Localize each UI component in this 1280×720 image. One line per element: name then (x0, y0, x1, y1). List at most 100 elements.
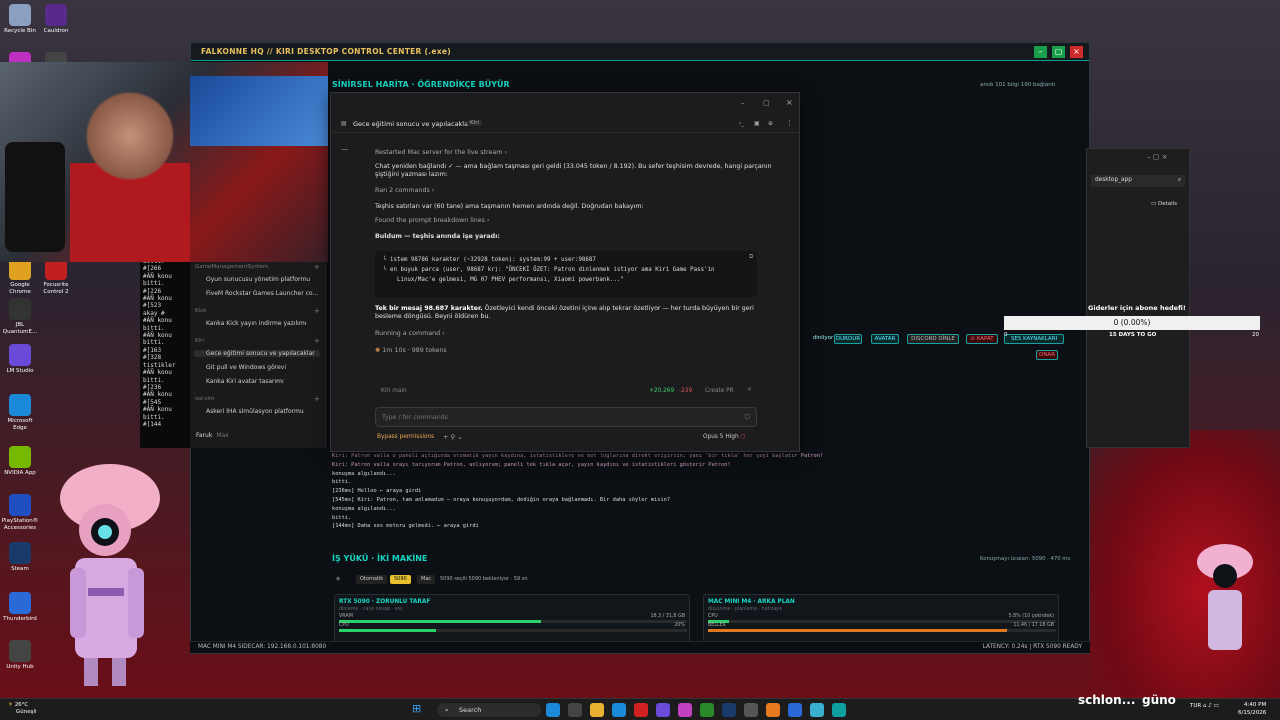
desktop-icon[interactable]: Microsoft Edge (0, 394, 40, 432)
chat-titlebar[interactable]: – ▢ × (331, 93, 799, 115)
desktop-icon[interactable]: NVIDIA App (0, 446, 40, 477)
control-button[interactable]: ⊙ KAPAT (966, 334, 998, 344)
send-icon[interactable]: ▢ (744, 413, 750, 420)
panel-icon[interactable]: ▣ (754, 120, 760, 127)
app-red-icon[interactable] (634, 703, 648, 717)
desktop-icon[interactable]: PlayStation® Accessories (0, 494, 40, 532)
chat-tab-title[interactable]: Gece eğitimi sonucu ve yapılacaklar (353, 120, 471, 128)
dismiss-icon[interactable]: × (747, 387, 752, 393)
session-item[interactable]: Kanka Kiri avatar tasarımı (206, 378, 321, 385)
desktop-icon[interactable]: JBL QuantumE... (0, 298, 40, 336)
tool-step[interactable]: Found the prompt breakdown lines › (375, 217, 775, 225)
record-icon: ○ (740, 434, 746, 440)
edge-icon[interactable] (612, 703, 626, 717)
session-item[interactable]: Kanka Kick yayın indirme yazılımı (206, 320, 321, 327)
app-icon (9, 394, 31, 416)
chat-maximize-icon[interactable]: ▢ (763, 99, 770, 107)
search-icon[interactable]: ⌕ (1178, 177, 1181, 184)
session-item[interactable]: Git pull ve Windows görevi (206, 364, 321, 371)
terminal-icon[interactable]: ›_ (739, 120, 744, 127)
maximize-icon[interactable]: ▢ (1052, 46, 1065, 58)
title-bar[interactable]: FALKONNE HQ // KIRI DESKTOP CONTROL CENT… (191, 43, 1089, 61)
session-item[interactable]: FiveM Rockstar Games Launcher co... (206, 290, 321, 297)
control-button[interactable]: ONAR (1036, 350, 1058, 360)
control-button[interactable]: DISCORD DİNLE (907, 334, 959, 344)
new-session-icon[interactable]: + (314, 395, 320, 403)
explorer-window-controls-icon[interactable]: – ▢ × (1147, 153, 1167, 161)
tool-step[interactable]: Restarted Mac server for the live stream… (375, 149, 775, 157)
desktop-icon-label: LM Studio (6, 368, 34, 374)
app-gray-icon[interactable] (744, 703, 758, 717)
model-selector[interactable]: Opus 5 High ○ (703, 434, 746, 440)
add-icon[interactable]: + ⚲ ⌄ (443, 433, 463, 441)
create-pr-button[interactable]: Create PR (705, 388, 734, 394)
sub-goal-progress: 0 (0.00%) (1004, 316, 1260, 330)
desktop-icon-label: Thunderbird (3, 616, 37, 622)
control-button[interactable]: DURDUR (834, 334, 862, 344)
desktop-icon[interactable]: Steam (0, 542, 40, 573)
claude-icon[interactable] (766, 703, 780, 717)
chat-input-box[interactable]: ▢ (375, 407, 757, 427)
details-button[interactable]: ▭ Details (1151, 201, 1177, 207)
terminal-strip: bitti. #[266 #ÂÑ konu bitti. #[226 #ÂÑ k… (140, 258, 190, 448)
desktop-icon[interactable]: LM Studio (0, 344, 40, 375)
minimize-icon[interactable]: – (1034, 46, 1047, 58)
desktop-icon[interactable]: Cauldron (36, 4, 76, 35)
steam-icon[interactable] (722, 703, 736, 717)
new-session-icon[interactable]: + (314, 337, 320, 345)
app-cyan-icon[interactable] (810, 703, 824, 717)
spotify-icon[interactable] (700, 703, 714, 717)
weather-widget[interactable]: ☀ 26°C Güneşli (8, 702, 37, 716)
chat-doc-icon: ▤ (341, 120, 347, 127)
discord-icon[interactable] (656, 703, 670, 717)
chat-close-icon[interactable]: × (786, 98, 793, 107)
command-input[interactable] (376, 408, 756, 426)
start-icon[interactable]: ⊞ (412, 702, 421, 715)
desktop-icon[interactable]: Google Chrome (0, 258, 40, 296)
search-icon: ⌕ (445, 706, 449, 714)
workload-tab[interactable]: Mac (417, 575, 436, 584)
clock[interactable]: 4:40 PM 6/15/2026 (1238, 701, 1266, 717)
session-item[interactable]: Askeri İHA simülasyon platformu (206, 408, 321, 415)
workload-tab[interactable]: Otomatik (356, 575, 388, 584)
desktop-icon-label: Unity Hub (6, 664, 34, 670)
desktop-icon-label: Microsoft Edge (7, 418, 33, 431)
control-button[interactable]: AVATAR (871, 334, 899, 344)
globe-icon[interactable]: ⊕ (768, 120, 773, 127)
close-icon[interactable]: × (1070, 46, 1083, 58)
log-line: konuşma algılandı... (332, 505, 396, 512)
chat-minimize-icon[interactable]: – (741, 99, 745, 107)
session-item[interactable]: Oyun sunucusu yönetim platformu (206, 276, 321, 283)
copy-icon[interactable]: ⧉ (749, 253, 753, 261)
assistant-text: Teşhis satırları var (60 tane) ama taşma… (375, 203, 644, 210)
latency-status: LATENCY: 0.24s | RTX 5090 READY (982, 644, 1082, 650)
explorer-address-bar[interactable]: desktop_app ⌕ (1091, 175, 1185, 187)
bypass-permissions[interactable]: Bypass permissions (377, 434, 434, 440)
more-icon[interactable]: ⋮ (786, 119, 793, 127)
desktop-icon[interactable]: Recycle Bin (0, 4, 40, 35)
running-command[interactable]: Running a command › (375, 330, 775, 338)
collapse-icon[interactable]: — (341, 145, 348, 153)
app-blue-icon[interactable] (788, 703, 802, 717)
session-group-header: Kiri (195, 338, 204, 344)
app-teal-icon[interactable] (832, 703, 846, 717)
app-purple-icon[interactable] (678, 703, 692, 717)
new-session-icon[interactable]: + (314, 307, 320, 315)
tool-step[interactable]: Ran 2 commands › (375, 187, 775, 195)
desktop-icon[interactable]: Focusrite Control 2 (36, 258, 76, 296)
machine-title: RTX 5090 · ZORUNLU TARAF (339, 599, 431, 605)
task-view-icon[interactable] (568, 703, 582, 717)
desktop-icon[interactable]: Thunderbird (0, 592, 40, 623)
tray-language[interactable]: TUR ⌂ ♪ ▭ (1190, 703, 1219, 709)
workload-latency: Konuşmayı ücaları: 5090 · 470 ms (980, 556, 1071, 562)
file-explorer-icon[interactable] (590, 703, 604, 717)
taskbar-search[interactable]: ⌕ Search (437, 703, 541, 717)
user-profile[interactable]: Faruk Max (196, 432, 229, 439)
widgets-icon[interactable] (546, 703, 560, 717)
chat-tab-row: ▤ Gece eğitimi sonucu ve yapılacaklar Ki… (331, 115, 799, 133)
session-item[interactable]: Gece eğitimi sonucu ve yapılacaklar (194, 350, 320, 357)
desktop-icon-label: Recycle Bin (4, 28, 36, 34)
new-session-icon[interactable]: + (314, 263, 320, 271)
workload-tab[interactable]: 5090 (390, 575, 411, 584)
desktop-icon[interactable]: Unity Hub (0, 640, 40, 671)
